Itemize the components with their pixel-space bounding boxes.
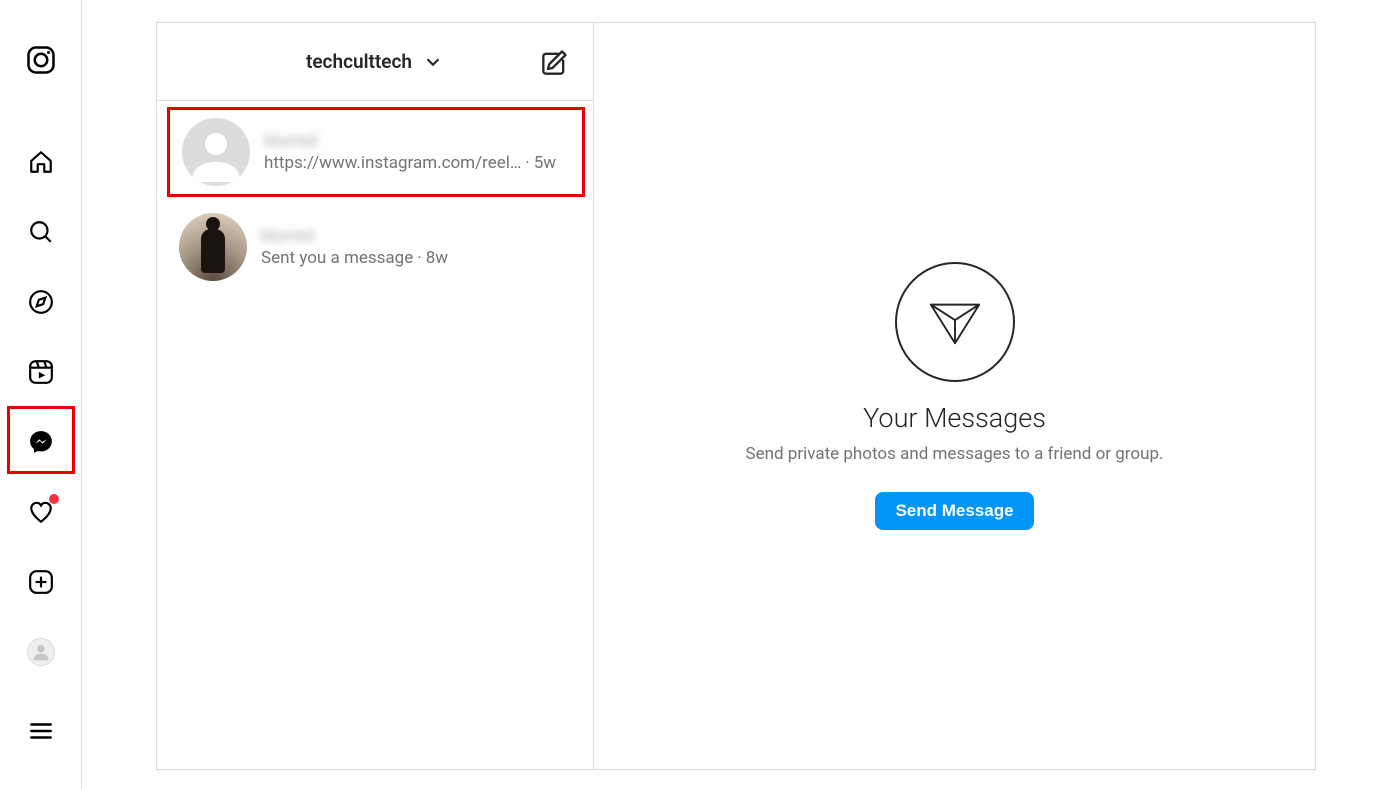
empty-title: Your Messages <box>863 402 1046 434</box>
dm-panel: techculttech <box>156 22 1316 770</box>
person-icon <box>31 642 51 662</box>
thread-item[interactable]: blurred Sent you a message · 8w <box>157 203 593 291</box>
heart-icon <box>28 499 54 525</box>
nav-reels[interactable] <box>17 348 65 396</box>
thread-body: blurred Sent you a message · 8w <box>261 226 571 268</box>
thread-time: 5w <box>534 153 556 173</box>
threads-header: techculttech <box>157 23 593 101</box>
thread-time: 8w <box>426 248 448 268</box>
nav-search[interactable] <box>17 208 65 256</box>
instagram-logo[interactable] <box>17 36 65 84</box>
threads-column: techculttech <box>157 23 594 769</box>
silhouette-avatar <box>179 213 247 281</box>
empty-state: Your Messages Send private photos and me… <box>594 23 1315 769</box>
nav-explore[interactable] <box>17 278 65 326</box>
home-icon <box>28 149 54 175</box>
thread-item[interactable]: blurred https://www.instagram.com/reel… … <box>167 107 585 197</box>
thread-preview: https://www.instagram.com/reel… <box>264 153 521 173</box>
nav-messages[interactable] <box>17 418 65 466</box>
placeholder-avatar-icon <box>182 118 250 186</box>
messenger-icon <box>28 429 54 455</box>
thread-subtitle: https://www.instagram.com/reel… · 5w <box>264 153 570 173</box>
thread-name: blurred <box>264 131 570 151</box>
send-message-button[interactable]: Send Message <box>875 492 1033 530</box>
account-switcher[interactable]: techculttech <box>306 50 444 73</box>
nav-more[interactable] <box>17 707 65 755</box>
profile-avatar <box>27 638 55 666</box>
nav-create[interactable] <box>17 558 65 606</box>
paper-plane-icon <box>926 293 984 351</box>
compose-icon <box>541 48 569 76</box>
nav-home[interactable] <box>17 138 65 186</box>
thread-body: blurred https://www.instagram.com/reel… … <box>264 131 570 173</box>
thread-preview: Sent you a message <box>261 248 413 268</box>
reels-icon <box>28 359 54 385</box>
nav-rail <box>0 0 82 789</box>
compass-icon <box>28 289 54 315</box>
instagram-icon <box>26 45 56 75</box>
thread-avatar <box>182 118 250 186</box>
nav-notifications[interactable] <box>17 488 65 536</box>
thread-list: blurred https://www.instagram.com/reel… … <box>157 101 593 769</box>
search-icon <box>28 219 54 245</box>
nav-profile[interactable] <box>17 628 65 676</box>
chevron-down-icon <box>422 51 444 73</box>
thread-name: blurred <box>261 226 571 246</box>
plus-square-icon <box>28 569 54 595</box>
messages-hero-icon-circle <box>895 262 1015 382</box>
empty-desc: Send private photos and messages to a fr… <box>746 444 1164 464</box>
notification-dot <box>49 494 59 504</box>
thread-avatar <box>179 213 247 281</box>
account-username: techculttech <box>306 50 412 73</box>
menu-icon <box>28 718 54 744</box>
compose-button[interactable] <box>539 46 571 78</box>
thread-subtitle: Sent you a message · 8w <box>261 248 571 268</box>
